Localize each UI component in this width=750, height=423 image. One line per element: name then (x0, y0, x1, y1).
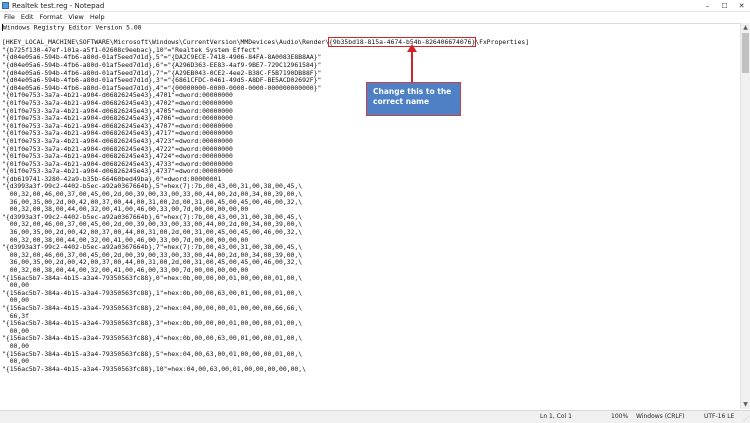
text-line: "{156ac5b7-384a-4b15-a3a4-79350563fc88},… (2, 319, 303, 328)
resize-grip-icon[interactable]: ⋰ (743, 416, 749, 422)
notepad-icon (2, 2, 9, 9)
text-line: "{156ac5b7-384a-4b15-a3a4-79350563fc88},… (2, 349, 303, 358)
menu-edit[interactable]: Edit (21, 13, 34, 21)
window-title: Realtek test.reg - Notepad (12, 1, 105, 10)
encoding: UTF-16 LE (704, 413, 735, 420)
highlighted-guid: {9b35bd18-815a-4674-b54b-826406674076} (328, 37, 477, 48)
key-path-prefix: [HKEY_LOCAL_MACHINE\SOFTWARE\Microsoft\W… (2, 38, 330, 47)
text-line: "{156ac5b7-384a-4b15-a3a4-79350563fc88},… (2, 288, 303, 297)
cursor-position: Ln 1, Col 1 (540, 413, 572, 420)
minimize-button[interactable]: – (699, 0, 716, 11)
window-controls: – ☐ ✕ (699, 0, 750, 11)
annotation-callout: Change this to the correct name (366, 82, 461, 116)
title-bar: Realtek test.reg - Notepad – ☐ ✕ (0, 0, 750, 12)
menu-bar: File Edit Format View Help (0, 12, 750, 22)
scroll-down-icon[interactable]: ▼ (741, 400, 750, 409)
menu-help[interactable]: Help (90, 13, 105, 21)
maximize-button[interactable]: ☐ (716, 0, 733, 11)
text-line: Windows Registry Editor Version 5.00 (2, 23, 142, 32)
scroll-up-icon[interactable]: ▲ (741, 23, 750, 32)
menu-view[interactable]: View (68, 13, 83, 21)
scrollbar-thumb[interactable] (742, 33, 749, 73)
text-line: "{156ac5b7-384a-4b15-a3a4-79350563fc88},… (2, 273, 303, 282)
vertical-scrollbar[interactable]: ▲ ▼ (740, 23, 750, 409)
text-line: "{156ac5b7-384a-4b15-a3a4-79350563fc88},… (2, 334, 303, 343)
close-button[interactable]: ✕ (733, 0, 750, 11)
menu-format[interactable]: Format (39, 13, 62, 21)
text-caret (2, 24, 3, 31)
zoom-level: 100% (611, 413, 629, 420)
key-path-suffix: \FxProperties] (475, 38, 530, 47)
text-line: "{156ac5b7-384a-4b15-a3a4-79350563fc88},… (2, 303, 303, 312)
status-bar: Ln 1, Col 1 100% Windows (CRLF) UTF-16 L… (0, 410, 750, 423)
annotation-arrow (407, 44, 417, 82)
menu-file[interactable]: File (4, 13, 15, 21)
text-line: "{156ac5b7-384a-4b15-a3a4-79350563fc88},… (2, 364, 306, 373)
line-ending: Windows (CRLF) (636, 413, 685, 420)
